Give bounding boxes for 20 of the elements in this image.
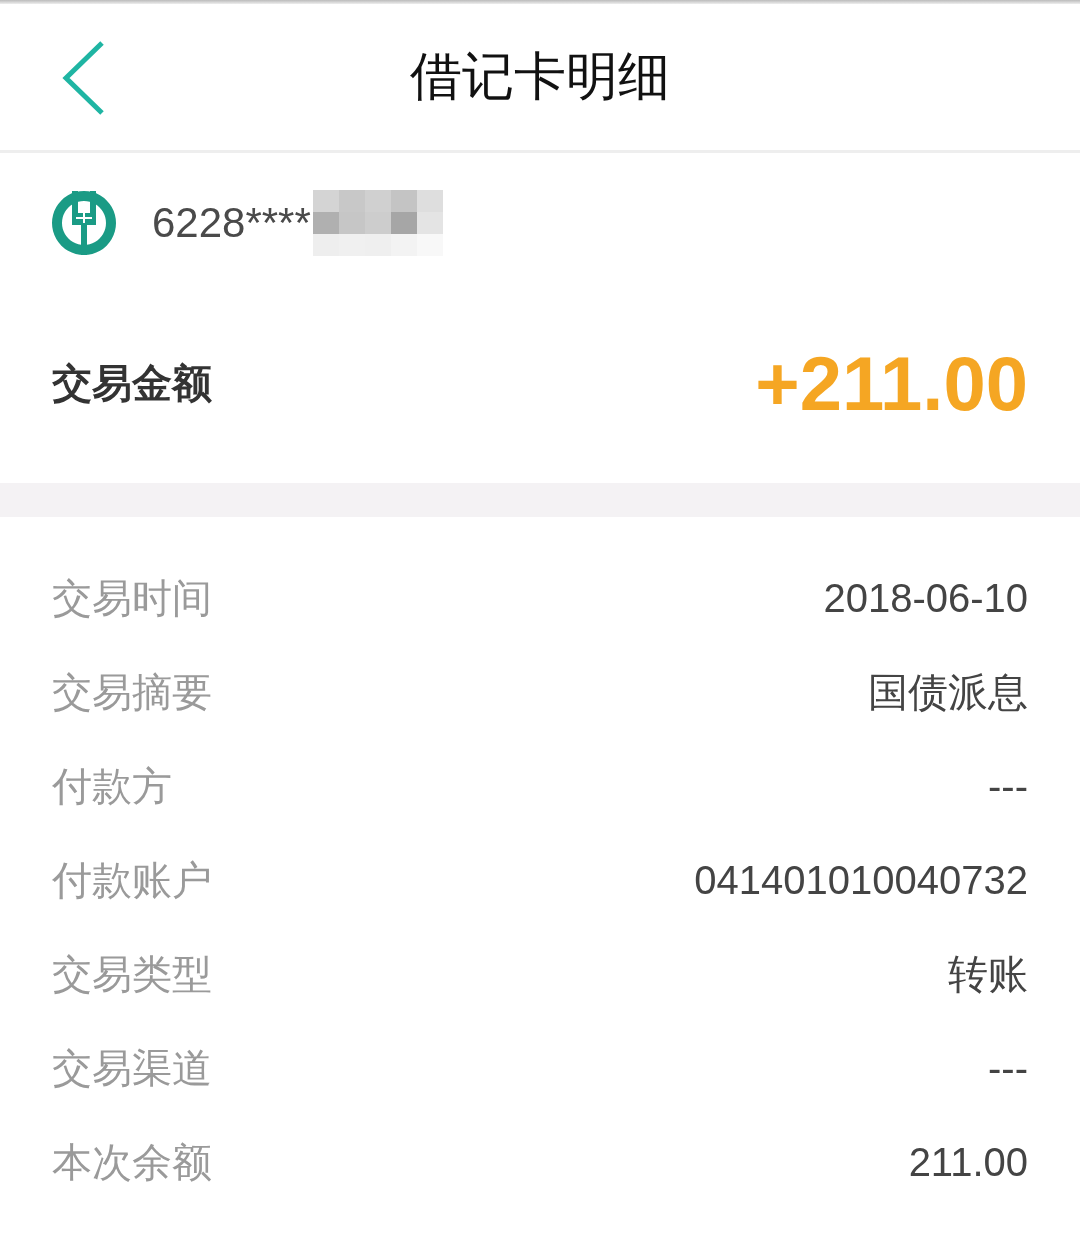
detail-value: 国债派息 [868, 668, 1028, 716]
detail-label: 付款账户 [52, 855, 212, 905]
page-title: 借记卡明细 [410, 45, 670, 108]
detail-label: 交易时间 [52, 573, 212, 623]
bank-logo-icon [50, 189, 118, 257]
back-icon[interactable] [62, 40, 106, 116]
detail-value: --- [988, 1045, 1028, 1091]
detail-value: 211.00 [908, 1139, 1028, 1185]
detail-label: 交易类型 [52, 949, 212, 999]
detail-value: 2018-06-10 [823, 575, 1028, 621]
amount-value: +211.00 [755, 339, 1028, 427]
detail-value: --- [988, 763, 1028, 809]
detail-value: 转账 [948, 950, 1028, 998]
detail-label: 本次余额 [52, 1137, 212, 1187]
detail-value: 041401010040732 [694, 857, 1028, 903]
detail-label: 交易渠道 [52, 1043, 212, 1093]
detail-label: 交易摘要 [52, 667, 212, 717]
card-number: 6228**** [152, 199, 311, 247]
amount-label: 交易金额 [52, 358, 212, 408]
detail-label: 付款方 [52, 761, 172, 811]
